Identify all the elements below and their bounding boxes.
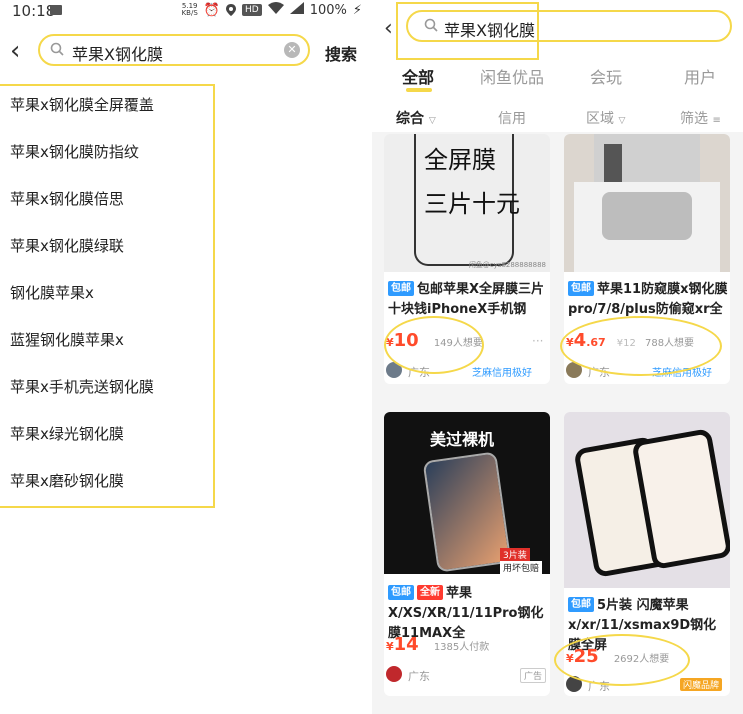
highlight-box <box>396 2 539 60</box>
package-window <box>602 192 692 240</box>
product-image <box>564 134 730 272</box>
highlight-ellipse <box>554 634 690 686</box>
suggestion-item[interactable]: 钢化膜苹果x <box>10 282 94 303</box>
signal-icon <box>289 2 304 18</box>
suggestion-item[interactable]: 苹果x钢化膜全屏覆盖 <box>10 94 154 115</box>
location: 广东 <box>408 670 430 683</box>
chevron-down-icon: ▽ <box>618 116 626 126</box>
tag-free-shipping: 包邮 <box>388 281 414 296</box>
results-header: ‹ 苹果X钢化膜 全部 闲鱼优品 会玩 用户 综合 ▽ 信用 区域 ▽ 筛选 ≡ <box>372 0 743 132</box>
tag-free-shipping: 包邮 <box>568 281 594 296</box>
filter-comprehensive[interactable]: 综合 ▽ <box>396 108 436 128</box>
phone-illustration <box>422 451 512 573</box>
tag-free-shipping: 包邮 <box>568 597 594 612</box>
product-title: 包邮 包邮苹果X全屏膜三片十块钱iPhoneX手机钢 <box>388 281 545 317</box>
tab-indicator <box>406 88 432 92</box>
guarantee-badge: 用坏包赔 <box>500 561 543 574</box>
credit-badge: 芝麻信用极好 <box>472 368 532 379</box>
clear-icon[interactable]: ✕ <box>284 42 300 58</box>
status-bar: 10:18 5.19 KB/S ⏰ HD 100% ⚡ <box>0 0 372 24</box>
filter-region[interactable]: 区域 ▽ <box>586 108 625 128</box>
tab-huiwan[interactable]: 会玩 <box>590 64 622 88</box>
film-tab <box>604 144 622 184</box>
product-image <box>564 412 730 588</box>
charging-icon: ⚡ <box>352 2 362 18</box>
image-headline: 美过裸机 <box>430 430 495 449</box>
pack-badge: 3片装 <box>500 548 530 561</box>
filter-icon: ≡ <box>712 115 721 126</box>
alarm-icon: ⏰ <box>203 2 220 18</box>
filter-screen[interactable]: 筛选 ≡ <box>680 108 721 128</box>
search-input[interactable]: 苹果X钢化膜 ✕ <box>38 34 310 66</box>
highlight-ellipse <box>384 316 484 374</box>
product-title: 包邮 苹果11防窥膜x钢化膜pro/7/8/plus防偷窥xr全 <box>568 281 728 317</box>
product-image: 全屏膜 三片十元 闲鱼@cys8288888888 <box>384 134 550 272</box>
product-card[interactable]: 美过裸机 3片装 用坏包赔 包邮 全新 苹果X/XS/XR/11/11Pro钢化膜1… <box>384 412 550 696</box>
product-image: 美过裸机 3片装 用坏包赔 <box>384 412 550 574</box>
search-results-screen: ‹ 苹果X钢化膜 全部 闲鱼优品 会玩 用户 综合 ▽ 信用 区域 ▽ 筛选 ≡… <box>372 0 743 714</box>
tab-xianyu-youpin[interactable]: 闲鱼优品 <box>480 64 544 88</box>
highlight-ellipse <box>560 316 722 376</box>
status-icons: 5.19 KB/S ⏰ HD 100% ⚡ <box>182 2 362 18</box>
tab-users[interactable]: 用户 <box>684 64 716 88</box>
image-watermark: 闲鱼@cys8288888888 <box>468 261 546 269</box>
tag-free-shipping: 包邮 <box>388 585 414 600</box>
filter-credit[interactable]: 信用 <box>498 108 526 128</box>
search-suggestion-screen: 10:18 5.19 KB/S ⏰ HD 100% ⚡ ‹ 苹果X钢化膜 ✕ 搜… <box>0 0 372 714</box>
more-icon[interactable]: ··· <box>532 334 543 348</box>
back-arrow-icon[interactable]: ‹ <box>384 16 393 41</box>
search-query: 苹果X钢化膜 <box>72 45 163 64</box>
search-icon <box>50 42 64 56</box>
suggestion-item[interactable]: 苹果x钢化膜防指纹 <box>10 141 139 162</box>
search-button[interactable]: 搜索 <box>325 41 357 65</box>
suggestion-list: 苹果x钢化膜全屏覆盖 苹果x钢化膜防指纹 苹果x钢化膜倍思 苹果x钢化膜绿联 钢… <box>0 84 215 508</box>
suggestion-item[interactable]: 苹果x钢化膜倍思 <box>10 188 124 209</box>
wifi-icon <box>267 2 284 18</box>
hd-badge: HD <box>241 4 262 16</box>
tab-all[interactable]: 全部 <box>402 64 434 88</box>
price: ¥14 <box>386 634 419 655</box>
price-row: ¥14 1385人付款 <box>386 634 489 655</box>
ad-badge: 广告 <box>520 668 547 683</box>
handwritten-text: 全屏膜 三片十元 <box>424 146 520 218</box>
suggestion-item[interactable]: 苹果x磨砂钢化膜 <box>10 470 124 491</box>
location-icon <box>225 4 236 16</box>
chevron-down-icon: ▽ <box>428 116 436 126</box>
suggestion-item[interactable]: 蓝猩钢化膜苹果x <box>10 329 124 350</box>
network-speed: 5.19 KB/S <box>181 2 198 17</box>
status-time: 10:18 <box>12 2 56 20</box>
tag-new: 全新 <box>417 585 443 600</box>
avatar <box>386 666 402 682</box>
suggestion-item[interactable]: 苹果x手机壳送钢化膜 <box>10 376 154 397</box>
suggestion-item[interactable]: 苹果x绿光钢化膜 <box>10 423 124 444</box>
back-arrow-icon[interactable]: ‹ <box>10 38 20 64</box>
paid-count: 1385人付款 <box>433 642 490 653</box>
suggestion-item[interactable]: 苹果x钢化膜绿联 <box>10 235 124 256</box>
gallery-icon <box>50 5 62 15</box>
battery-text: 100% <box>309 2 347 18</box>
brand-badge: 闪魔品牌 <box>680 678 723 691</box>
